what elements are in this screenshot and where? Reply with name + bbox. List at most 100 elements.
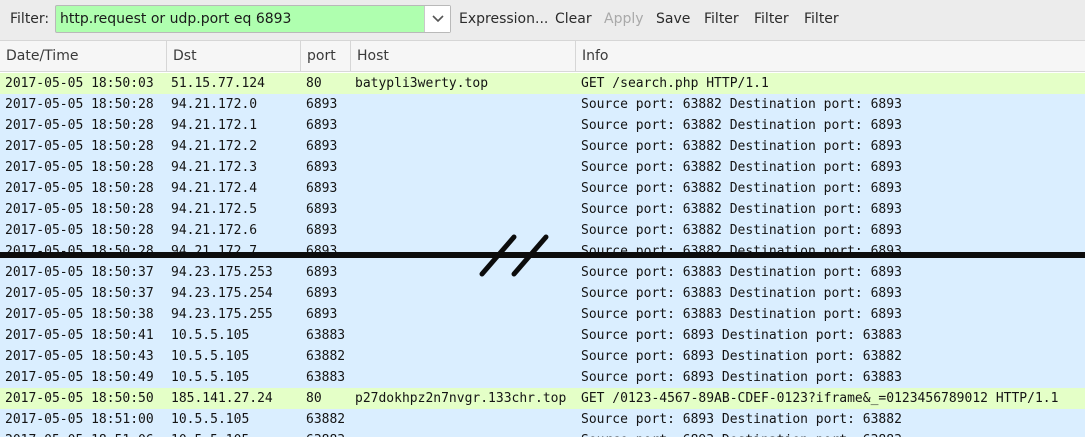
packet-info-cell: Source port: 6893 Destination port: 6388… [581, 328, 902, 343]
packet-dst-cell: 185.141.27.24 [171, 391, 273, 406]
packet-info-cell: Source port: 6893 Destination port: 6388… [581, 349, 902, 364]
packet-port-cell: 63883 [306, 370, 346, 385]
packet-info-cell: Source port: 63882 Destination port: 689… [581, 97, 902, 112]
packet-port-cell: 6893 [306, 181, 338, 196]
packet-dst-cell: 94.23.175.254 [171, 286, 273, 301]
packet-row[interactable]: 2017-05-05 18:50:03 51.15.77.124 80 batypli… [0, 73, 1085, 94]
packet-info-cell: Source port: 63883 Destination port: 689… [581, 265, 902, 280]
packet-time-cell: 2017-05-05 18:51:06 [5, 430, 165, 437]
packet-info-cell: Source port: 63882 Destination port: 689… [581, 118, 902, 133]
filter-button-2[interactable]: Filter [754, 11, 789, 27]
packet-time-cell: 2017-05-05 18:50:38 [5, 307, 154, 322]
packet-dst-cell: 51.15.77.124 [171, 76, 265, 91]
filter-label: Filter: [10, 11, 50, 27]
packet-port-cell: 6893 [306, 118, 338, 133]
packet-row[interactable]: 2017-05-05 18:50:28 94.21.172.3 6893 Source… [0, 157, 1085, 178]
packet-info-cell: Source port: 6893 Destination port: 6388… [581, 430, 1085, 437]
packet-row[interactable]: 2017-05-05 18:50:28 94.21.172.5 6893 Source… [0, 199, 1085, 220]
packet-info-cell: Source port: 63882 Destination port: 689… [581, 202, 902, 217]
display-filter-input[interactable] [56, 6, 424, 32]
packet-time-cell: 2017-05-05 18:50:28 [5, 223, 154, 238]
packet-time-cell: 2017-05-05 18:50:41 [5, 328, 154, 343]
packet-host-cell: batypli3werty.top [355, 76, 489, 91]
packet-info-cell: Source port: 63882 Destination port: 689… [581, 160, 902, 175]
packet-time-cell: 2017-05-05 18:50:28 [5, 202, 154, 217]
packet-time-cell: 2017-05-05 18:51:00 [5, 412, 154, 427]
packet-port-cell: 6893 [306, 139, 338, 154]
filter-toolbar: Filter: Expression... Clear Apply Save F… [0, 0, 1085, 41]
packet-dst-cell: 10.5.5.105 [171, 370, 250, 385]
packet-port-cell: 80 [306, 76, 322, 91]
packet-time-cell: 2017-05-05 18:50:50 [5, 391, 154, 406]
packet-info-cell: GET /0123-4567-89AB-CDEF-0123?iframe&_=0… [581, 391, 1059, 406]
packet-port-cell: 63882 [306, 349, 346, 364]
packet-info-cell: Source port: 63883 Destination port: 689… [581, 307, 902, 322]
column-header-host[interactable]: Host [351, 41, 576, 71]
packet-info-cell: Source port: 63882 Destination port: 689… [581, 139, 902, 154]
packet-time-cell: 2017-05-05 18:50:28 [5, 97, 154, 112]
packet-port-cell: 6893 [306, 265, 338, 280]
packet-port-cell: 6893 [306, 202, 338, 217]
packet-row[interactable]: 2017-05-05 18:50:28 94.21.172.4 6893 Source… [0, 178, 1085, 199]
clear-button[interactable]: Clear [555, 11, 592, 27]
packet-time-cell: 2017-05-05 18:50:03 [5, 76, 154, 91]
packet-dst-cell: 94.21.172.4 [171, 181, 258, 196]
packet-port-cell: 63882 [306, 412, 346, 427]
packet-row[interactable]: 2017-05-05 18:50:50 185.141.27.24 80 p27dok… [0, 388, 1085, 409]
packet-port-cell: 63883 [306, 328, 346, 343]
packet-info-cell: GET /search.php HTTP/1.1 [581, 76, 769, 91]
break-slashes-icon [479, 234, 549, 277]
packet-time-cell: 2017-05-05 18:50:28 [5, 160, 154, 175]
packet-row[interactable]: 2017-05-05 18:50:28 94.21.172.2 6893 Source… [0, 136, 1085, 157]
packet-port-cell: 63883 [306, 430, 351, 437]
apply-button[interactable]: Apply [604, 11, 644, 27]
packet-dst-cell: 10.5.5.105 [171, 430, 301, 437]
filter-button-3[interactable]: Filter [804, 11, 839, 27]
packet-dst-cell: 94.21.172.2 [171, 139, 258, 154]
packet-time-cell: 2017-05-05 18:50:43 [5, 349, 154, 364]
packet-dst-cell: 94.23.175.255 [171, 307, 273, 322]
packet-time-cell: 2017-05-05 18:50:37 [5, 286, 154, 301]
packet-row[interactable]: 2017-05-05 18:50:41 10.5.5.105 63883 Source… [0, 325, 1085, 346]
packet-dst-cell: 10.5.5.105 [171, 349, 250, 364]
packet-dst-cell: 10.5.5.105 [171, 412, 250, 427]
packet-row[interactable]: 2017-05-05 18:51:06 10.5.5.105 63883 Source… [0, 430, 1085, 437]
column-header-datetime[interactable]: Date/Time [0, 41, 167, 71]
packet-info-cell: Source port: 63882 Destination port: 689… [581, 181, 902, 196]
column-header-port[interactable]: port [301, 41, 351, 71]
packet-port-cell: 6893 [306, 160, 338, 175]
packet-dst-cell: 94.21.172.3 [171, 160, 258, 175]
chevron-down-icon [432, 15, 444, 23]
filter-box[interactable] [55, 5, 451, 33]
packet-dst-cell: 94.21.172.6 [171, 223, 258, 238]
packet-row[interactable]: 2017-05-05 18:50:49 10.5.5.105 63883 Source… [0, 367, 1085, 388]
packet-info-cell: Source port: 6893 Destination port: 6388… [581, 412, 902, 427]
packet-time-cell: 2017-05-05 18:50:28 [5, 118, 154, 133]
packet-port-cell: 6893 [306, 223, 338, 238]
packet-row[interactable]: 2017-05-05 18:50:43 10.5.5.105 63882 Source… [0, 346, 1085, 367]
packet-row[interactable]: 2017-05-05 18:50:38 94.23.175.255 6893 Sour… [0, 304, 1085, 325]
packet-row[interactable]: 2017-05-05 18:50:28 94.21.172.1 6893 Source… [0, 115, 1085, 136]
packet-dst-cell: 94.23.175.253 [171, 265, 273, 280]
save-button[interactable]: Save [656, 11, 690, 27]
packet-row[interactable]: 2017-05-05 18:50:28 94.21.172.0 6893 Source… [0, 94, 1085, 115]
packet-info-cell: Source port: 63882 Destination port: 689… [581, 223, 902, 238]
packet-list-header: Date/Time Dst port Host Info [0, 41, 1085, 72]
packet-time-cell: 2017-05-05 18:50:28 [5, 139, 154, 154]
packet-info-cell: Source port: 63883 Destination port: 689… [581, 286, 902, 301]
filter-history-dropdown[interactable] [424, 6, 450, 32]
filter-button-1[interactable]: Filter [704, 11, 739, 27]
packet-port-cell: 80 [306, 391, 322, 406]
packet-dst-cell: 94.21.172.0 [171, 97, 258, 112]
packet-dst-cell: 10.5.5.105 [171, 328, 250, 343]
expression-button[interactable]: Expression... [459, 11, 548, 27]
column-header-dst[interactable]: Dst [167, 41, 301, 71]
column-header-info[interactable]: Info [576, 41, 1085, 71]
packet-row[interactable]: 2017-05-05 18:50:37 94.23.175.254 6893 Sour… [0, 283, 1085, 304]
packet-time-cell: 2017-05-05 18:50:49 [5, 370, 154, 385]
packet-host-cell: p27dokhpz2n7nvgr.133chr.top [355, 391, 567, 406]
packet-port-cell: 6893 [306, 307, 338, 322]
packet-dst-cell: 94.21.172.1 [171, 118, 258, 133]
packet-time-cell: 2017-05-05 18:50:37 [5, 265, 154, 280]
packet-row[interactable]: 2017-05-05 18:51:00 10.5.5.105 63882 Source… [0, 409, 1085, 430]
